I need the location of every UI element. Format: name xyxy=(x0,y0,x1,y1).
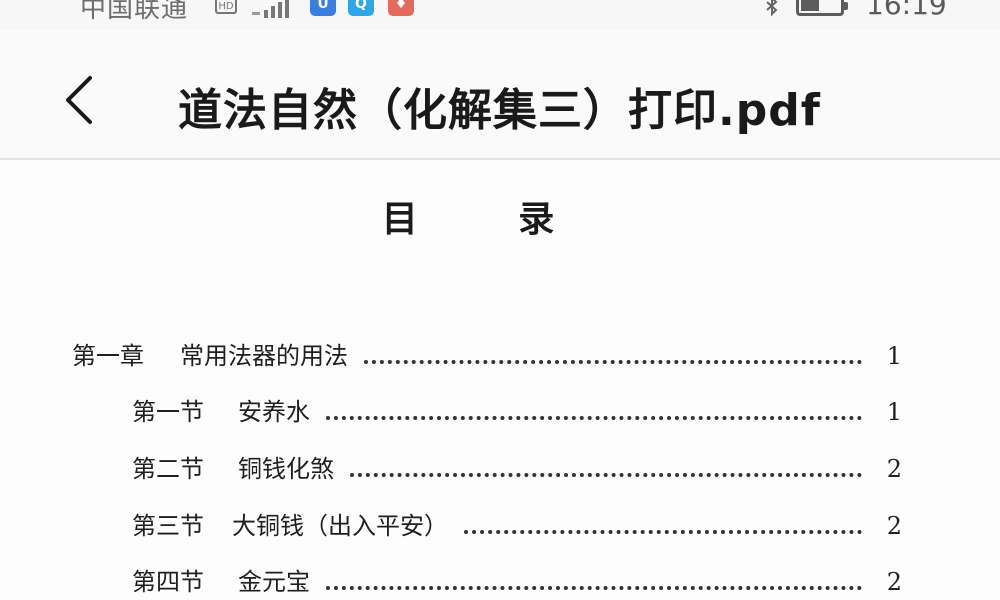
back-button[interactable] xyxy=(56,70,106,130)
toc-entry-label: 第四节 xyxy=(132,568,204,596)
toc-entry-title: 铜钱化煞 xyxy=(238,455,334,483)
toc-entry-label: 第二节 xyxy=(132,455,204,483)
toc-dot-leader xyxy=(464,530,862,534)
app-u-icon: U xyxy=(310,0,336,16)
toc-entry-title: 常用法器的用法 xyxy=(180,342,348,370)
status-bar: 中国联通 HD U Q ♦ 16:19 xyxy=(0,0,1000,30)
toc-entry-title: 大铜钱（出入平安） xyxy=(232,512,448,540)
bluetooth-icon xyxy=(766,0,778,16)
toc-entry-section-2[interactable]: 第二节 铜钱化煞 2 xyxy=(132,449,902,489)
toc-entry-page: 2 xyxy=(886,568,902,596)
toc-dot-leader xyxy=(326,586,862,590)
toc-entry-title: 金元宝 xyxy=(238,568,310,596)
carrier-name: 中国联通 xyxy=(80,0,189,24)
toc-dot-leader xyxy=(364,360,862,364)
chevron-left-icon xyxy=(66,76,92,124)
battery-level xyxy=(801,0,819,11)
toc-entry-section-1[interactable]: 第一节 安养水 1 xyxy=(132,392,902,432)
signal-bars-icon xyxy=(252,0,289,18)
app-red-icon: ♦ xyxy=(388,0,414,16)
pdf-page[interactable]: 目 录 第一章 常用法器的用法 1 第一节 安养水 1 第二节 铜钱化煞 2 第… xyxy=(0,160,1000,600)
toc-entry-page: 2 xyxy=(886,455,902,483)
toc-entry-label: 第一章 xyxy=(72,342,144,370)
app-header: 道法自然（化解集三）打印.pdf xyxy=(0,30,1000,158)
toc-entry-page: 1 xyxy=(886,342,902,370)
toc-entry-title: 安养水 xyxy=(238,398,310,426)
toc-heading: 目 录 xyxy=(381,198,599,240)
toc-entry-chapter-1[interactable]: 第一章 常用法器的用法 1 xyxy=(72,336,902,376)
toc-entry-label: 第三节 xyxy=(132,512,204,540)
battery-icon xyxy=(796,0,848,16)
status-time: 16:19 xyxy=(866,0,947,21)
app-q-icon: Q xyxy=(348,0,374,16)
toc-entry-page: 1 xyxy=(886,398,902,426)
toc-entry-section-3[interactable]: 第三节 大铜钱（出入平安） 2 xyxy=(132,506,902,546)
toc-entry-section-4[interactable]: 第四节 金元宝 2 xyxy=(132,562,902,600)
hd-badge-icon: HD xyxy=(215,0,237,14)
toc-dot-leader xyxy=(326,416,862,420)
toc-dot-leader xyxy=(350,473,862,477)
document-title: 道法自然（化解集三）打印.pdf xyxy=(178,85,821,136)
toc-entry-page: 2 xyxy=(886,512,902,540)
toc-entry-label: 第一节 xyxy=(132,398,204,426)
